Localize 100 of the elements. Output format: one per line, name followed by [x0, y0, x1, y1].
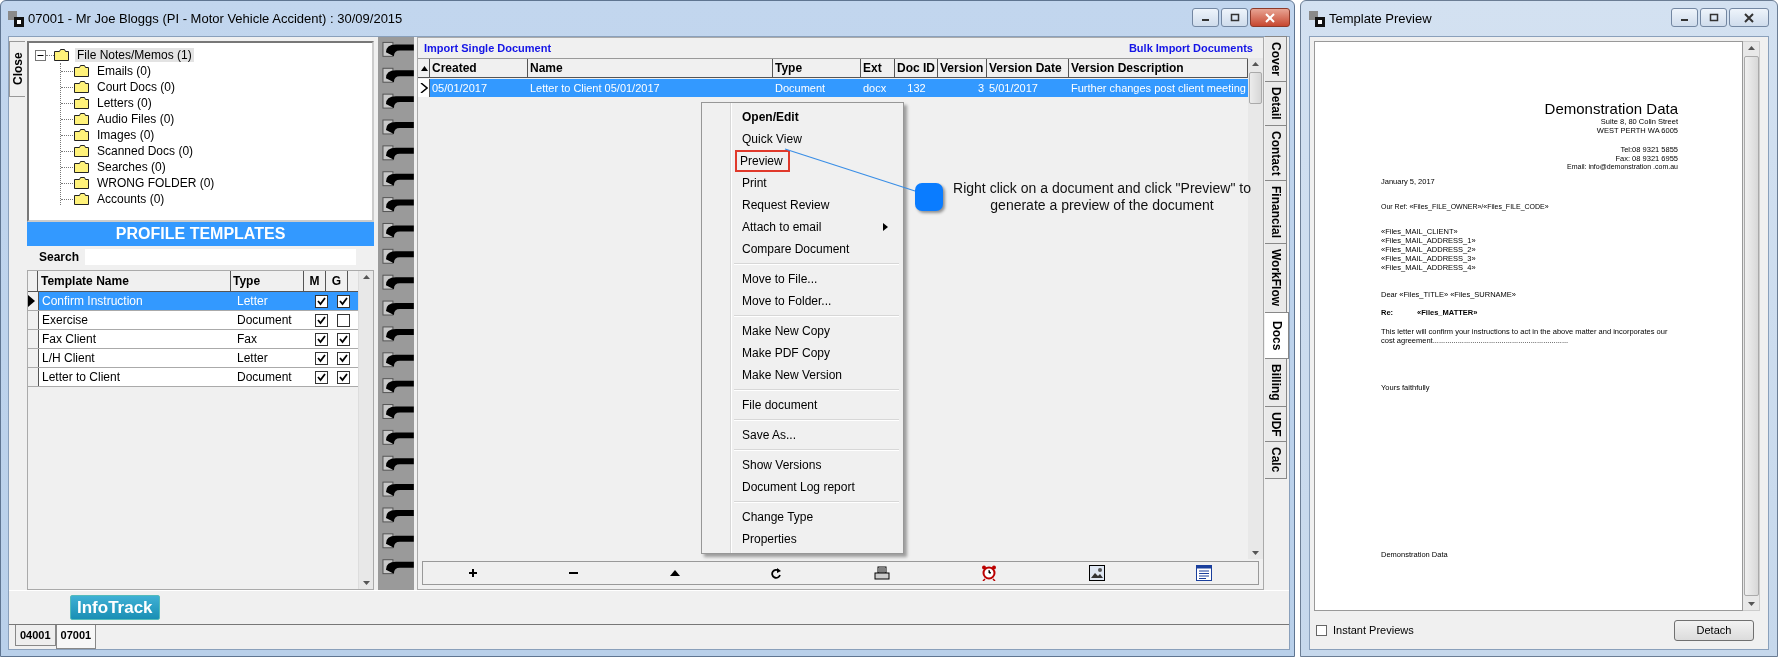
checkbox[interactable] — [336, 332, 350, 346]
close-button[interactable] — [1250, 8, 1290, 27]
menu-item[interactable]: Make New Version — [737, 364, 848, 386]
column-header[interactable]: Type — [231, 271, 304, 291]
menu-item[interactable]: Make New Copy — [737, 320, 836, 342]
column-header[interactable]: Version Date — [987, 59, 1069, 77]
column-header[interactable]: Version — [938, 59, 987, 77]
scroll-up-icon[interactable] — [1252, 62, 1259, 66]
detach-button[interactable]: Detach — [1674, 619, 1754, 641]
menu-item[interactable]: Properties — [737, 528, 802, 550]
table-row[interactable]: L/H Client Letter — [28, 349, 359, 368]
checkbox[interactable] — [336, 370, 350, 384]
menu-item[interactable]: Document Log report — [737, 476, 860, 498]
folder-icon — [74, 193, 89, 205]
maximize-button[interactable] — [1221, 8, 1248, 27]
folder-icon — [74, 161, 89, 173]
collapse-icon[interactable] — [35, 49, 46, 61]
tree-item[interactable]: Images (0) — [95, 128, 157, 142]
menu-item[interactable]: Open/Edit — [737, 106, 804, 128]
scrollbar-thumb[interactable] — [1249, 72, 1262, 104]
side-tab[interactable]: Financial — [1265, 180, 1287, 245]
table-row[interactable]: Fax Client Fax — [28, 330, 359, 349]
tree-item[interactable]: Court Docs (0) — [95, 80, 178, 94]
table-cell-text: Exercise — [41, 313, 89, 327]
column-header[interactable]: Doc ID — [895, 59, 938, 77]
import-link[interactable]: Import Single Document — [424, 42, 552, 54]
tree-item[interactable]: WRONG FOLDER (0) — [95, 176, 217, 190]
side-tab[interactable]: Docs — [1265, 311, 1289, 359]
side-tab[interactable]: Calc — [1265, 441, 1287, 479]
minimize-button[interactable] — [1671, 8, 1698, 27]
checkbox[interactable] — [314, 351, 328, 365]
letterhead-title: Demonstration Data — [1543, 100, 1678, 117]
file-tab[interactable]: 07001 — [55, 625, 97, 649]
alarm-clock-icon[interactable] — [981, 565, 998, 581]
checkbox[interactable] — [314, 294, 328, 308]
printer-icon[interactable] — [873, 566, 890, 580]
table-row[interactable]: Exercise Document — [28, 311, 359, 330]
column-header[interactable]: Created — [430, 59, 528, 77]
minimize-button[interactable] — [1192, 8, 1219, 27]
column-header[interactable]: Ext — [861, 59, 895, 77]
menu-item[interactable]: Save As... — [737, 424, 802, 446]
menu-item[interactable]: Preview — [735, 150, 790, 172]
refresh-icon[interactable] — [771, 567, 783, 579]
menu-item[interactable]: File document — [737, 394, 823, 416]
scroll-up-icon[interactable] — [362, 275, 370, 279]
close-tab[interactable]: Close — [9, 41, 25, 97]
folder-icon — [54, 49, 69, 61]
maximize-button[interactable] — [1700, 8, 1727, 27]
menu-item[interactable]: Show Versions — [737, 454, 827, 476]
list-icon[interactable] — [1196, 565, 1213, 581]
column-header[interactable]: M — [304, 271, 326, 291]
column-header[interactable]: Name — [528, 59, 773, 77]
side-tab[interactable]: Contact — [1265, 124, 1287, 182]
table-cell-text: Letter to Client — [41, 370, 122, 384]
side-tab[interactable]: Billing — [1265, 357, 1287, 407]
side-tab[interactable]: Detail — [1265, 81, 1287, 126]
checkbox[interactable] — [1316, 624, 1327, 636]
menu-item[interactable]: Make PDF Copy — [737, 342, 836, 364]
menu-item[interactable]: Print — [737, 172, 772, 194]
table-row[interactable]: Letter to Client Document — [28, 368, 359, 387]
column-header[interactable]: Template Name — [38, 271, 231, 291]
tree-item[interactable]: Accounts (0) — [95, 192, 167, 206]
bulk-import-link[interactable]: Bulk Import Documents — [1128, 42, 1253, 54]
tree-item[interactable]: Emails (0) — [95, 64, 153, 78]
scroll-down-icon[interactable] — [1747, 602, 1755, 606]
checkbox[interactable] — [336, 313, 350, 327]
table-cell-text: Document — [236, 370, 293, 384]
side-tab[interactable]: Cover — [1265, 36, 1287, 82]
column-header[interactable]: Type — [773, 59, 861, 77]
panel-header: PROFILE TEMPLATES — [27, 222, 375, 246]
close-button[interactable] — [1729, 8, 1769, 27]
checkbox[interactable] — [336, 294, 350, 308]
plus-icon[interactable] — [468, 568, 478, 578]
menu-item[interactable]: Attach to email — [737, 216, 893, 238]
tree-item[interactable]: Searches (0) — [95, 160, 168, 174]
menu-item[interactable]: Move to Folder... — [737, 290, 837, 312]
image-icon[interactable] — [1088, 565, 1105, 581]
up-triangle-icon[interactable] — [669, 568, 680, 578]
column-header[interactable]: G — [326, 271, 348, 291]
scroll-down-icon[interactable] — [1252, 551, 1259, 555]
menu-item[interactable]: Change Type — [737, 506, 819, 528]
menu-item[interactable]: Request Review — [737, 194, 835, 216]
tree-item[interactable]: Audio Files (0) — [95, 112, 177, 126]
checkbox[interactable] — [336, 351, 350, 365]
checkbox[interactable] — [314, 332, 328, 346]
menu-item[interactable]: Move to File... — [737, 268, 823, 290]
scroll-down-icon[interactable] — [362, 581, 370, 585]
row-pointer-icon — [28, 295, 35, 307]
tree-item[interactable]: Scanned Docs (0) — [95, 144, 196, 158]
file-tab[interactable]: 04001 — [15, 625, 56, 646]
tree-item[interactable]: File Notes/Memos (1) — [75, 48, 194, 62]
scrollbar[interactable] — [358, 271, 374, 589]
scroll-up-icon[interactable] — [1747, 46, 1755, 50]
checkbox[interactable] — [314, 313, 328, 327]
checkbox[interactable] — [314, 370, 328, 384]
menu-item[interactable]: Quick View — [737, 128, 807, 150]
tree-item[interactable]: Letters (0) — [95, 96, 154, 110]
callout-marker — [915, 183, 943, 211]
menu-item[interactable]: Compare Document — [737, 238, 855, 260]
side-tab[interactable]: WorkFlow — [1265, 243, 1287, 313]
